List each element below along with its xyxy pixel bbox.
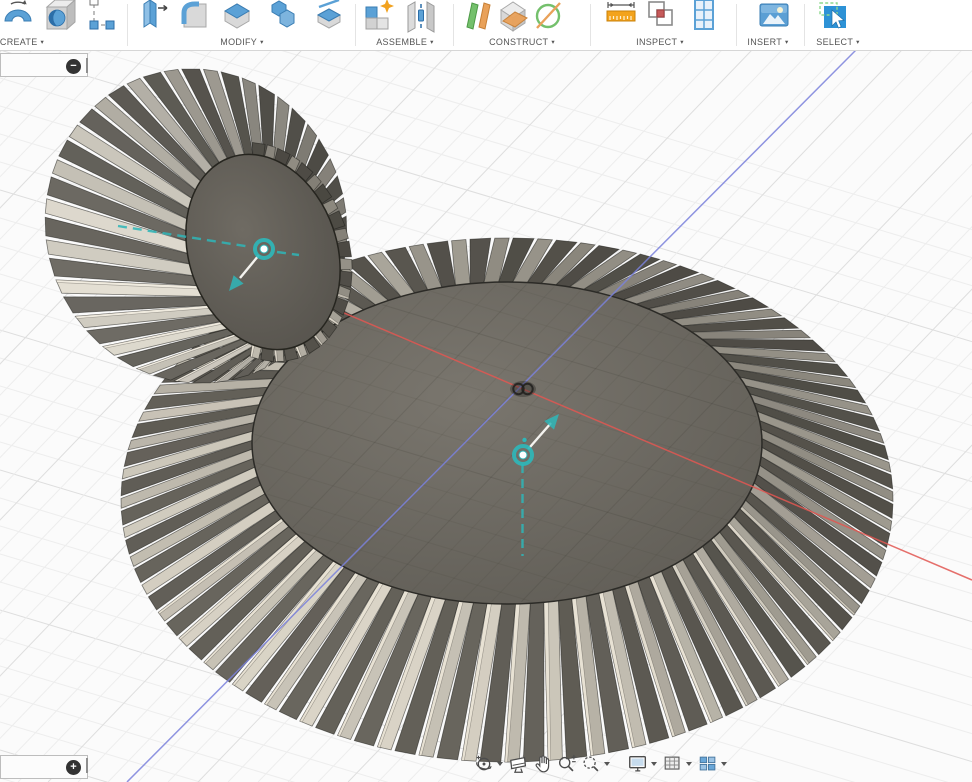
hole-icon[interactable]: [43, 0, 77, 35]
navigation-bar: [472, 752, 731, 776]
insert-menu-label: INSERT: [747, 37, 783, 47]
offset-face-icon[interactable]: [312, 0, 346, 35]
pan-icon: [535, 755, 550, 773]
construct-menu[interactable]: CONSTRUCT ▾: [489, 37, 555, 47]
toolbar-group-insert: INSERT ▾: [737, 0, 804, 50]
display-settings-tool[interactable]: [626, 752, 650, 776]
press-pull-icon[interactable]: [137, 0, 171, 35]
select-icon[interactable]: [816, 0, 850, 35]
rectangular-pattern-icon[interactable]: [84, 0, 118, 35]
assemble-menu-label: ASSEMBLE: [376, 37, 428, 47]
look-at-tool[interactable]: [507, 752, 531, 776]
midplane-icon[interactable]: [496, 0, 530, 35]
viewports-tool[interactable]: [696, 752, 720, 776]
revolve-icon[interactable]: [1, 0, 35, 35]
grid-and-snaps-tool[interactable]: [661, 752, 685, 776]
main-toolbar: CREATE ▾ MODIFY ▾ ASSEMBLE ▾ CONSTRUCT ▾…: [0, 0, 972, 51]
timeline-panel-handle[interactable]: [86, 758, 88, 773]
toolbar-group-select: SELECT ▾: [805, 0, 972, 50]
toolbar-group-modify: MODIFY ▾: [128, 0, 355, 50]
modify-menu-arrow: ▾: [260, 39, 264, 46]
combine-icon[interactable]: [266, 0, 300, 35]
inspect-menu-label: INSPECT: [636, 37, 678, 47]
fillet-icon[interactable]: [178, 0, 212, 35]
viewports-icon: [699, 756, 716, 771]
look-at-icon: [510, 756, 527, 773]
create-menu-label: CREATE: [0, 37, 38, 47]
measure-icon[interactable]: [604, 0, 638, 35]
small-bevel-gear[interactable]: [44, 68, 365, 384]
fit-menu-caret[interactable]: [604, 762, 610, 766]
select-menu-label: SELECT: [816, 37, 854, 47]
toolbar-group-construct: CONSTRUCT ▾: [454, 0, 590, 50]
section-analysis-icon[interactable]: [687, 0, 721, 35]
insert-menu-arrow: ▾: [785, 39, 789, 46]
fit-tool[interactable]: [579, 752, 603, 776]
pan-tool[interactable]: [531, 752, 555, 776]
display-settings-menu-caret[interactable]: [651, 762, 657, 766]
assemble-menu-arrow: ▾: [430, 39, 434, 46]
grid-menu-caret[interactable]: [686, 762, 692, 766]
display-settings-icon: [629, 755, 647, 772]
construct-menu-label: CONSTRUCT: [489, 37, 549, 47]
inspect-menu[interactable]: INSPECT ▾: [636, 37, 684, 47]
fit-icon: [583, 756, 599, 772]
browser-panel-handle[interactable]: [86, 58, 88, 73]
create-menu-arrow: ▾: [40, 39, 45, 46]
create-menu[interactable]: CREATE ▾: [0, 37, 44, 47]
browser-collapsed-bar[interactable]: −: [0, 53, 88, 77]
viewport-3d-canvas[interactable]: [0, 0, 972, 782]
insert-menu[interactable]: INSERT ▾: [747, 37, 788, 47]
zoom-tool[interactable]: [555, 752, 579, 776]
modify-menu-label: MODIFY: [220, 37, 258, 47]
orbit-tool[interactable]: [472, 752, 496, 776]
modify-menu[interactable]: MODIFY ▾: [220, 37, 263, 47]
axis-icon[interactable]: [531, 0, 565, 35]
collapse-browser-button[interactable]: −: [66, 59, 81, 74]
construct-menu-arrow: ▾: [551, 39, 555, 46]
orbit-icon: [476, 755, 492, 771]
assemble-menu[interactable]: ASSEMBLE ▾: [376, 37, 434, 47]
orbit-menu-caret[interactable]: [497, 762, 503, 766]
toolbar-group-assemble: ASSEMBLE ▾: [356, 0, 453, 50]
origin-marker[interactable]: [510, 381, 536, 397]
inspect-menu-arrow: ▾: [680, 39, 684, 46]
canvas-image-icon[interactable]: [757, 0, 791, 35]
offset-plane-icon[interactable]: [462, 0, 496, 35]
toolbar-group-inspect: INSPECT ▾: [591, 0, 736, 50]
interference-icon[interactable]: [644, 0, 678, 35]
select-menu[interactable]: SELECT ▾: [816, 37, 859, 47]
grid-icon: [664, 756, 680, 770]
new-component-icon[interactable]: [362, 0, 396, 35]
zoom-icon: [558, 754, 577, 772]
select-menu-arrow: ▾: [856, 39, 860, 46]
expand-timeline-button[interactable]: +: [66, 760, 81, 775]
chamfer-icon[interactable]: [220, 0, 254, 35]
viewports-menu-caret[interactable]: [721, 762, 727, 766]
timeline-collapsed-bar[interactable]: +: [0, 755, 88, 779]
joint-icon[interactable]: [404, 0, 438, 35]
toolbar-group-create: CREATE ▾: [0, 0, 126, 50]
